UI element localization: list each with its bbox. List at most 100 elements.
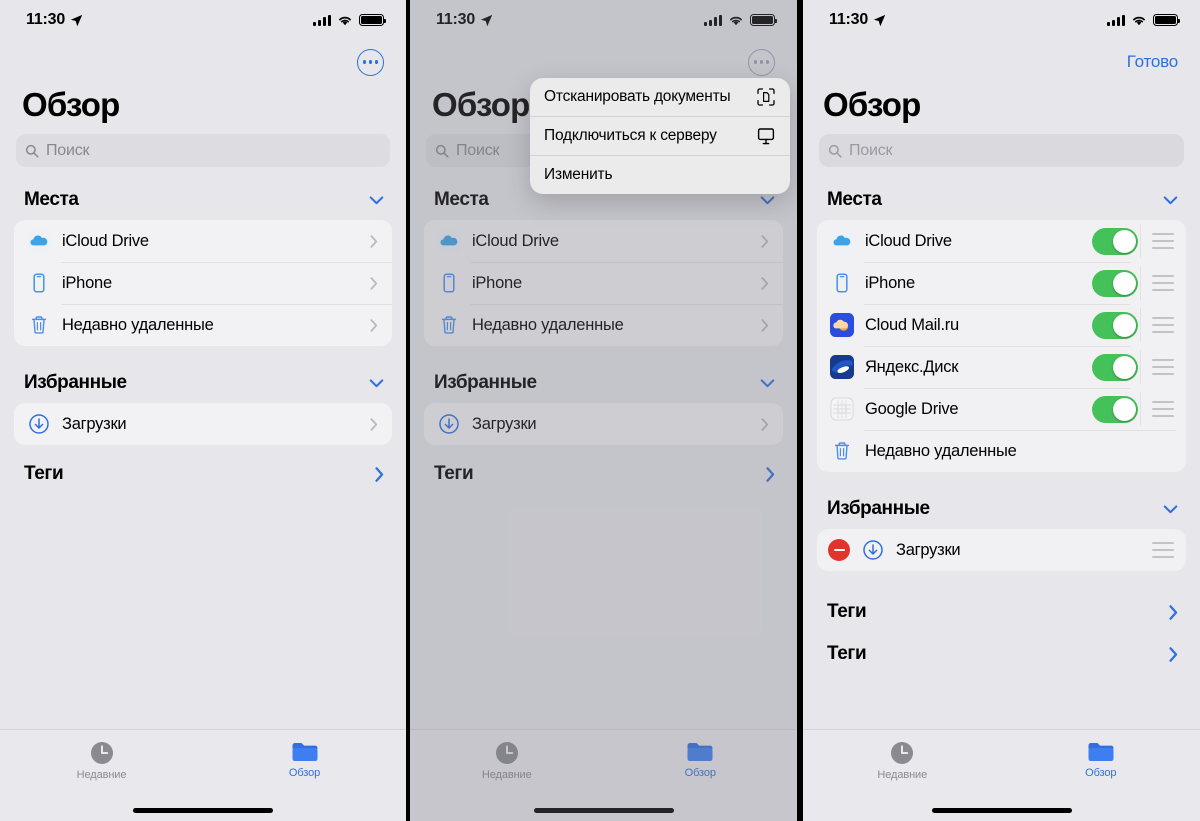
chevron-down-icon[interactable] [1163, 195, 1178, 205]
status-bar: 11:30 [0, 0, 406, 40]
chevron-down-icon[interactable] [1163, 504, 1178, 514]
section-header-favorites[interactable]: Избранные [410, 346, 797, 403]
nav-bar [0, 40, 406, 84]
chevron-right-icon[interactable] [766, 466, 775, 482]
visibility-toggle[interactable] [1092, 395, 1138, 423]
list-item[interactable]: iPhone [14, 262, 392, 304]
list-item-label: Недавно удаленные [472, 315, 624, 334]
chevron-down-icon[interactable] [369, 378, 384, 388]
tab-bar: Недавние Обзор [0, 729, 406, 821]
visibility-toggle[interactable] [1092, 269, 1138, 297]
visibility-toggle[interactable] [1092, 227, 1138, 255]
chevron-right-icon[interactable] [1169, 604, 1178, 620]
menu-item-scan-documents[interactable]: Отсканировать документы [530, 78, 790, 116]
tab-label: Обзор [288, 767, 321, 779]
section-title: Места [827, 189, 882, 210]
list-item[interactable]: Загрузки [14, 403, 392, 445]
reorder-handle-icon[interactable] [1148, 359, 1174, 375]
status-bar-left: 11:30 [26, 11, 83, 29]
reorder-handle-icon[interactable] [1148, 542, 1174, 558]
downloads-icon [437, 412, 461, 436]
list-item-label: iCloud Drive [865, 231, 952, 250]
list-item[interactable]: iPhone [424, 262, 783, 304]
battery-full-icon [1153, 13, 1181, 27]
reorder-handle-icon[interactable] [1148, 401, 1174, 417]
menu-item-label: Отсканировать документы [544, 88, 731, 106]
signal-bars-icon [1107, 14, 1125, 26]
tab-recents[interactable]: Недавние [803, 740, 1002, 781]
remove-button[interactable] [828, 539, 850, 561]
divider [1140, 308, 1141, 342]
list-item[interactable]: Google Drive [817, 388, 1186, 430]
iphone-icon [27, 271, 51, 295]
home-indicator [533, 808, 674, 813]
tags-row[interactable]: Теги [803, 633, 1200, 675]
reorder-handle-icon[interactable] [1148, 317, 1174, 333]
chevron-down-icon[interactable] [760, 195, 775, 205]
tab-recents[interactable]: Недавние [0, 740, 203, 781]
list-item[interactable]: iCloud Drive [817, 220, 1186, 262]
list-item-label: Загрузки [472, 414, 537, 433]
tab-recents[interactable]: Недавние [410, 740, 604, 781]
list-item[interactable]: Недавно удаленные [424, 304, 783, 346]
section-header-favorites[interactable]: Избранные [803, 472, 1200, 529]
search-input[interactable]: Поиск [819, 134, 1184, 167]
done-button[interactable]: Готово [1127, 52, 1178, 72]
tags-row[interactable]: Теги [803, 591, 1200, 633]
search-placeholder: Поиск [849, 141, 893, 159]
menu-item-connect-to-server[interactable]: Подключиться к серверу [530, 116, 790, 155]
phone-panel-3: 11:30 Готово Обзор Поиск Места iCloud Dr… [803, 0, 1200, 821]
chevron-down-icon[interactable] [369, 195, 384, 205]
folder-icon [292, 743, 317, 761]
tags-row[interactable]: Теги [0, 453, 406, 495]
google-drive-icon [830, 397, 854, 421]
list-item-label: iCloud Drive [62, 231, 149, 250]
reorder-handle-icon[interactable] [1148, 275, 1174, 291]
list-item-label: iPhone [62, 273, 112, 292]
yandex-disk-icon [830, 355, 854, 379]
list-item-label: iPhone [472, 273, 522, 292]
chevron-down-icon[interactable] [760, 378, 775, 388]
battery-full-icon [359, 13, 387, 27]
visibility-toggle[interactable] [1092, 311, 1138, 339]
context-menu: Отсканировать документы Подключиться к с… [530, 78, 790, 194]
list-item[interactable]: iCloud Drive [424, 220, 783, 262]
reorder-handle-icon[interactable] [1148, 233, 1174, 249]
monitor-icon [757, 128, 775, 145]
menu-item-edit[interactable]: Изменить [530, 155, 790, 194]
tab-label: Обзор [684, 767, 716, 779]
list-item[interactable]: Недавно удаленные [817, 430, 1186, 472]
search-input[interactable]: Поиск [16, 134, 390, 167]
section-header-places[interactable]: Места [803, 167, 1200, 220]
list-item[interactable]: iCloud Drive [14, 220, 392, 262]
visibility-toggle[interactable] [1092, 353, 1138, 381]
more-options-button[interactable] [748, 48, 775, 76]
list-item[interactable]: iPhone [817, 262, 1186, 304]
downloads-icon [861, 538, 885, 562]
status-bar-right [1107, 13, 1181, 27]
list-item-label: Недавно удаленные [865, 441, 1017, 460]
list-item[interactable]: Cloud Mail.ru [817, 304, 1186, 346]
list-item[interactable]: Яндекс.Диск [817, 346, 1186, 388]
section-header-favorites[interactable]: Избранные [0, 346, 406, 403]
tab-browse[interactable]: Обзор [604, 740, 798, 779]
favorites-card: Загрузки [14, 403, 392, 445]
list-item[interactable]: Загрузки [817, 529, 1186, 571]
chevron-right-icon[interactable] [1169, 646, 1178, 662]
tab-browse[interactable]: Обзор [1002, 740, 1200, 779]
chevron-right-icon[interactable] [375, 466, 384, 482]
places-card: iCloud Drive iPhone Недавно удаленные [424, 220, 783, 346]
section-header-places[interactable]: Места [0, 167, 406, 220]
icloud-drive-icon [830, 229, 854, 253]
clock-icon [90, 742, 113, 764]
tab-bar: Недавние Обзор [410, 729, 797, 821]
tags-row[interactable]: Теги [410, 453, 797, 495]
list-item[interactable]: Недавно удаленные [14, 304, 392, 346]
list-item-label: iPhone [865, 273, 915, 292]
trash-icon [830, 439, 854, 463]
divider [1140, 392, 1141, 426]
tab-browse[interactable]: Обзор [203, 740, 406, 779]
list-item[interactable]: Загрузки [424, 403, 783, 445]
status-bar-right [313, 13, 387, 27]
more-options-button[interactable] [357, 48, 384, 76]
